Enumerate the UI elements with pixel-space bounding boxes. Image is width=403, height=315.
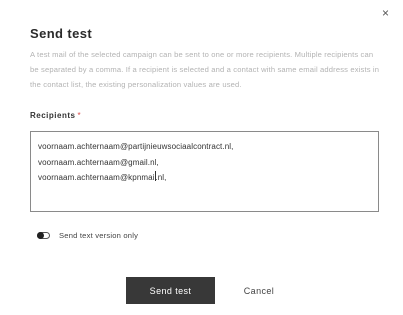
cancel-button[interactable]: Cancel: [230, 277, 288, 304]
send-test-dialog: × Send test A test mail of the selected …: [0, 0, 403, 315]
recipient-text-after-caret: .nl,: [155, 173, 167, 182]
close-icon[interactable]: ×: [382, 7, 389, 19]
dialog-description: A test mail of the selected campaign can…: [30, 50, 380, 89]
recipient-line: voornaam.achternaam@gmail.nl,: [38, 157, 159, 167]
text-version-toggle[interactable]: [37, 232, 50, 239]
recipient-text-before-caret: voornaam.achternaam@kpnmail: [38, 173, 157, 182]
recipient-line: voornaam.achternaam@kpnmail.nl,: [38, 170, 371, 186]
recipient-line: voornaam.achternaam@partijnieuwsociaalco…: [38, 142, 234, 151]
text-version-option[interactable]: Send text version only: [37, 231, 138, 240]
dialog-title: Send test: [30, 26, 93, 41]
toggle-knob: [37, 232, 44, 239]
text-version-label: Send text version only: [59, 231, 139, 240]
send-test-button[interactable]: Send test: [126, 277, 215, 304]
recipients-label-text: Recipients: [30, 111, 76, 120]
required-marker: *: [77, 111, 82, 120]
recipients-textarea[interactable]: voornaam.achternaam@partijnieuwsociaalco…: [30, 131, 379, 212]
recipients-label: Recipients *: [30, 111, 81, 120]
